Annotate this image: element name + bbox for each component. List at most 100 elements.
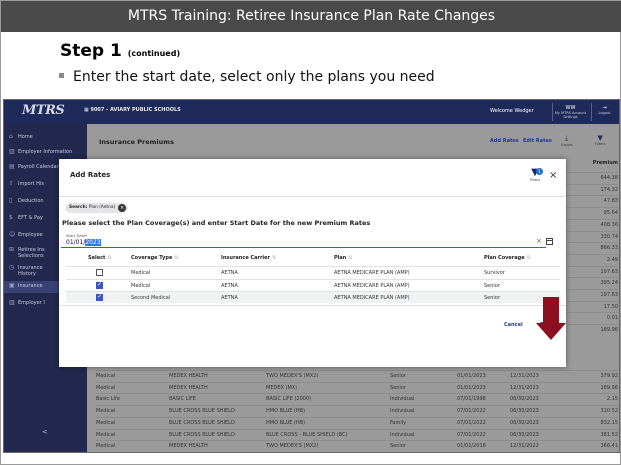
- table-cell: 2.49: [606, 256, 618, 263]
- table-cell: 189.96: [600, 327, 619, 334]
- sidebar-item-label: Retiree Ins Selections: [18, 247, 45, 259]
- cancel-button[interactable]: Cancel: [504, 322, 523, 328]
- table-row[interactable]: Medical MEDEX HEALTH MEDEX (MX) Senior 01/01…: [96, 381, 618, 393]
- close-icon[interactable]: ×: [549, 170, 557, 181]
- table-cell: 06/30/2023: [510, 431, 539, 438]
- table-cell: Medical: [96, 408, 116, 415]
- id-icon: ▥: [9, 299, 15, 306]
- plan-cell-coverage-type: Medical: [131, 282, 151, 289]
- logout-button[interactable]: ⇥ Logout: [591, 103, 617, 121]
- table-cell: 832.15: [600, 419, 619, 426]
- modal-filters-label: Filters: [529, 178, 541, 182]
- table-cell: MEDEX HEALTH: [169, 443, 208, 450]
- table-row[interactable]: Medical MEDEX HEALTH TWO MEDEX'S (MX2) Seni…: [96, 370, 618, 381]
- table-cell: 408.36: [600, 221, 619, 228]
- slide-header: MTRS Training: Retiree Insurance Plan Ra…: [1, 1, 621, 32]
- table-cell: Medical: [96, 384, 116, 391]
- filters-button[interactable]: ▼ Filters: [595, 134, 606, 146]
- chip-value: Plan (Aetna): [88, 205, 116, 210]
- plan-row[interactable]: Medical AETNA AETNA MEDICARE PLAN (AMP) Sen…: [66, 278, 560, 291]
- column-header[interactable]: Coverage Type ⇅: [131, 255, 179, 261]
- column-header[interactable]: Select ⇅: [88, 255, 112, 261]
- sidebar-item-label: Employer I: [18, 300, 45, 306]
- table-cell: 395.24: [600, 280, 619, 287]
- calendar-icon[interactable]: [546, 238, 553, 245]
- export-button[interactable]: ⤓ Export: [561, 134, 572, 147]
- export-label: Export: [561, 143, 573, 147]
- column-header[interactable]: Insurance Carrier ⇅: [221, 255, 276, 261]
- sort-icon[interactable]: ⇅: [272, 255, 276, 261]
- table-cell: Medical: [96, 443, 116, 450]
- list-icon: ▣: [9, 282, 15, 289]
- download-icon: ⤓: [565, 134, 569, 142]
- sidebar-item-label: Employee: [18, 232, 43, 238]
- remove-filter-icon[interactable]: ×: [118, 204, 127, 212]
- table-cell: Individual: [390, 431, 415, 438]
- org-selector[interactable]: ▦ 9007 - AVIARY PUBLIC SCHOOLS: [84, 107, 181, 113]
- start-date-prefix: 01/01/: [66, 239, 86, 246]
- column-header[interactable]: Plan Coverage ⇅: [484, 255, 531, 261]
- arrow-stem: [543, 297, 559, 323]
- table-cell: BLUE CROSS BLUE SHIELD: [169, 419, 235, 426]
- column-header-label: Plan Coverage: [484, 255, 525, 261]
- start-date-field[interactable]: 01/01/2023: [66, 239, 101, 246]
- account-settings-label: My MTRS Account Settings: [554, 111, 587, 119]
- sidebar-item-label: Payroll Calendar: [18, 164, 59, 170]
- table-cell: 47.83: [603, 198, 618, 205]
- clear-date-icon[interactable]: ×: [536, 237, 542, 245]
- sort-icon[interactable]: ⇅: [107, 255, 111, 261]
- page-title: Insurance Premiums: [99, 138, 174, 146]
- table-row[interactable]: Basic Life BASIC LIFE BASIC LIFE (2000) Ind…: [96, 393, 618, 404]
- plan-select-checkbox[interactable]: [96, 281, 103, 289]
- table-row[interactable]: Medical MEDEX HEALTH TWO MEDEX'S (MX2) Seni…: [96, 440, 618, 451]
- table-cell: MEDEX HEALTH: [169, 373, 208, 379]
- column-header-label: Insurance Carrier: [221, 255, 270, 261]
- sidebar-item-home[interactable]: ⌂ Home: [4, 132, 87, 144]
- table-cell: Medical: [96, 373, 116, 379]
- add-rates-button[interactable]: Add Rates: [490, 138, 519, 144]
- table-cell: Medical: [96, 419, 116, 426]
- sort-icon[interactable]: ⇅: [527, 255, 531, 261]
- document-icon: ▯: [9, 197, 13, 204]
- instruction-bullet: Enter the start date, select only the pl…: [59, 69, 435, 85]
- step-title: Step 1 (continued): [60, 41, 180, 61]
- edit-rates-button[interactable]: Edit Rates: [523, 138, 552, 144]
- column-header-label: Plan: [334, 255, 347, 261]
- plan-select-checkbox[interactable]: [96, 293, 103, 301]
- building-icon: ▥: [9, 148, 15, 155]
- table-cell: 379.92: [600, 373, 619, 379]
- sort-icon[interactable]: ⇅: [348, 255, 352, 261]
- sort-icon[interactable]: ⇅: [174, 255, 178, 261]
- table-row[interactable]: Medical BLUE CROSS BLUE SHIELD HMO BLUE (H…: [96, 416, 619, 428]
- table-cell: TWO MEDEX'S (MX2): [266, 373, 319, 379]
- table-row[interactable]: Medical BLUE CROSS BLUE SHIELD HMO BLUE (H…: [96, 405, 618, 416]
- modal-filters-button[interactable]: ▼ 1 Filters: [525, 167, 545, 182]
- step-title-suffix: (continued): [127, 49, 181, 58]
- table-row[interactable]: Medical BLUE CROSS BLUE SHIELD BLUE CROSS …: [96, 428, 619, 440]
- sidebar-item-label: Insurance: [18, 283, 43, 289]
- column-header[interactable]: Premium: [593, 160, 618, 166]
- column-header[interactable]: Plan ⇅: [334, 255, 353, 261]
- plan-row[interactable]: Medical AETNA AETNA MEDICARE PLAN (AMP) Sur…: [66, 266, 560, 278]
- bullet-text: Enter the start date, select only the pl…: [73, 69, 435, 85]
- plan-cell-carrier: AETNA: [221, 282, 238, 289]
- mtrs-logo[interactable]: MTRS: [22, 103, 65, 118]
- plan-cell-plan-coverage: Survivor: [484, 270, 505, 276]
- dollar-icon: $: [9, 214, 13, 221]
- modal-title: Add Rates: [70, 171, 111, 179]
- plan-row[interactable]: Second Medical AETNA AETNA MEDICARE PLAN (…: [66, 291, 560, 303]
- plan-select-checkbox[interactable]: [96, 269, 103, 276]
- modal-instruction: Please select the Plan Coverage(s) and e…: [62, 219, 371, 227]
- chip-label: Search:: [69, 205, 88, 210]
- people-icon: ☺: [9, 231, 16, 238]
- table-cell: 381.52: [600, 431, 619, 438]
- clock-icon: ◷: [9, 264, 15, 271]
- sidebar-item-label: Insurance History: [18, 265, 43, 277]
- modal-footer-divider: [59, 305, 566, 306]
- sidebar-item-employer-information[interactable]: ▥ Employer Information: [4, 147, 87, 159]
- account-settings-button[interactable]: WW My MTRS Account Settings: [552, 103, 588, 121]
- table-cell: 17.50: [603, 303, 618, 310]
- sidebar-collapse-button[interactable]: <: [42, 428, 48, 436]
- table-cell: 174.32: [600, 186, 619, 193]
- sidebar-item-label: EFT & Pay: [18, 215, 43, 221]
